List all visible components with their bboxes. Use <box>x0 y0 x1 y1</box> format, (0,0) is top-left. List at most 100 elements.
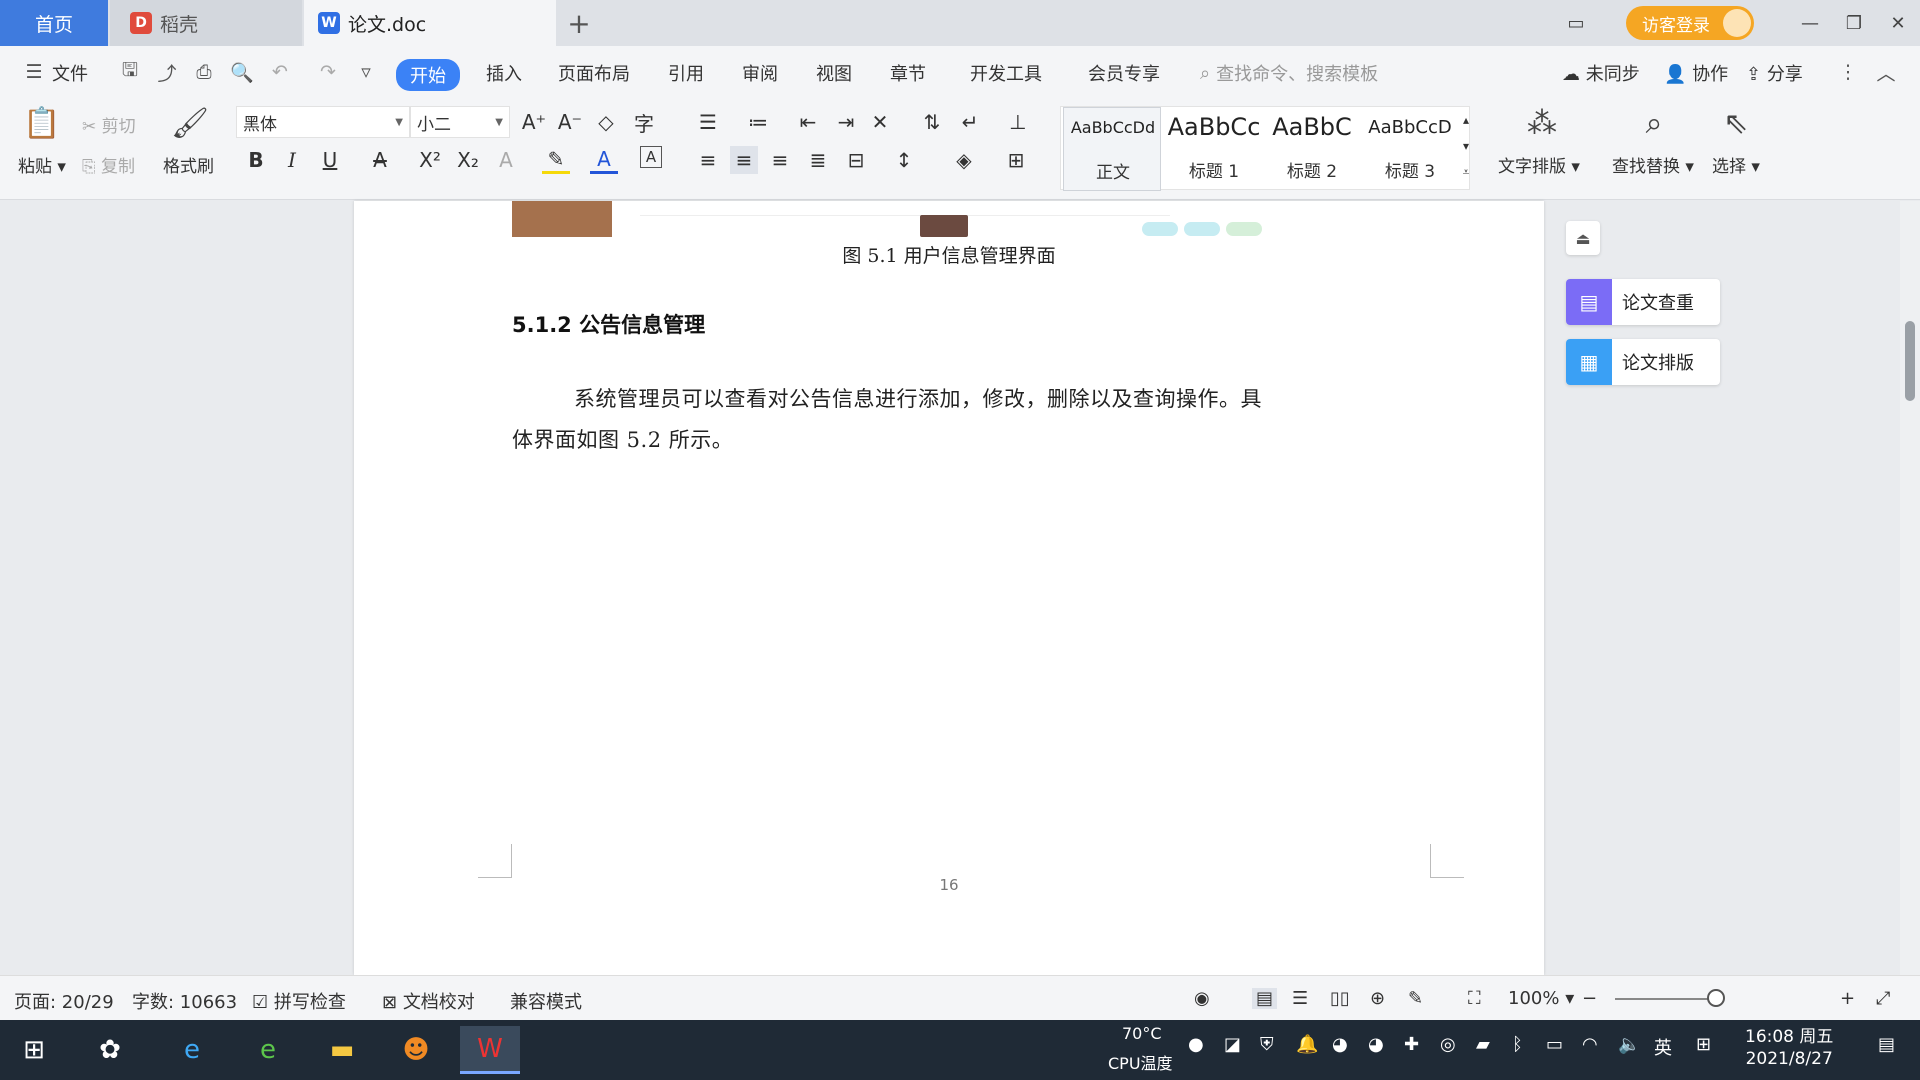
document-page[interactable]: 图 5.1 用户信息管理界面 5.1.2 公告信息管理 系统管理员可以查看对公告… <box>354 201 1544 975</box>
collapse-ribbon-icon[interactable]: ︿ <box>1874 60 1898 85</box>
system-clock[interactable]: 16:08 周五 2021/8/27 <box>1745 1026 1833 1070</box>
align-center-icon[interactable]: ≡ <box>730 146 758 174</box>
new-tab-button[interactable]: + <box>562 6 596 40</box>
shield-icon[interactable]: ⛨ <box>1260 1034 1274 1055</box>
web-view-icon[interactable]: ⊕ <box>1370 988 1385 1009</box>
volume-icon[interactable]: 🔈 <box>1618 1034 1640 1055</box>
gallery-scroll-up-icon[interactable]: ▴ <box>1452 106 1480 134</box>
subscript-icon[interactable]: X₂ <box>454 146 482 174</box>
show-marks-icon[interactable]: ↵ <box>956 108 984 136</box>
tray-blue-app-icon[interactable]: ◎ <box>1440 1034 1456 1055</box>
internet-explorer-icon[interactable]: e <box>162 1026 222 1074</box>
text-layout-button[interactable]: 文字排版 ▾ <box>1498 152 1580 177</box>
undo-icon[interactable]: ↶ <box>268 60 292 84</box>
increase-font-icon[interactable]: A⁺ <box>520 108 548 136</box>
close-button[interactable]: ✕ <box>1876 0 1920 46</box>
clear-format-icon[interactable]: ◇ <box>592 108 620 136</box>
panel-collapse-icon[interactable]: ⏏ <box>1566 221 1600 255</box>
menu-page-layout[interactable]: 页面布局 <box>558 60 630 86</box>
distribute-icon[interactable]: ⊟ <box>842 146 870 174</box>
bluetooth-icon[interactable]: ᛒ <box>1512 1034 1523 1055</box>
print-icon[interactable]: ⎙ <box>192 60 216 84</box>
tab-home[interactable]: 首页 <box>0 0 108 46</box>
spell-check-button[interactable]: ☑ 拼写检查 <box>252 988 346 1014</box>
text-direction-icon[interactable]: ✕ <box>866 108 894 136</box>
more-options-icon[interactable]: ⋮ <box>1836 60 1860 84</box>
zoom-level[interactable]: 100% ▾ <box>1508 988 1574 1009</box>
menu-start[interactable]: 开始 <box>396 59 460 91</box>
input-language[interactable]: 英 <box>1654 1034 1672 1060</box>
find-replace-icon[interactable]: ⌕ <box>1634 104 1674 142</box>
menu-insert[interactable]: 插入 <box>486 60 522 86</box>
tab-stops-icon[interactable]: ⊥ <box>1004 108 1032 136</box>
zoom-slider-handle[interactable] <box>1707 989 1725 1007</box>
highlight-icon[interactable]: ✎ <box>542 146 570 174</box>
select-button[interactable]: 选择 ▾ <box>1712 152 1760 177</box>
customize-toolbar-icon[interactable]: ▿ <box>354 60 378 84</box>
word-count[interactable]: 字数: 10663 <box>132 988 237 1014</box>
battery-icon[interactable]: ▭ <box>1546 1034 1563 1055</box>
menu-chapter[interactable]: 章节 <box>890 60 926 86</box>
paper-check-button[interactable]: ▤ 论文查重 <box>1566 279 1720 325</box>
eye-protection-icon[interactable]: ◉ <box>1194 988 1210 1009</box>
numbered-list-icon[interactable]: ≔ <box>744 108 772 136</box>
page-view-icon[interactable]: ▤ <box>1252 988 1278 1009</box>
scrollbar-thumb[interactable] <box>1905 321 1915 401</box>
hamburger-menu-icon[interactable]: ☰ <box>22 60 46 84</box>
page-indicator[interactable]: 页面: 20/29 <box>14 988 114 1014</box>
ime-mode-icon[interactable]: ⊞ <box>1696 1034 1711 1055</box>
save-icon[interactable]: 🖫 <box>118 59 142 84</box>
char-border-icon[interactable]: A <box>640 146 662 168</box>
underline-icon[interactable]: U <box>316 146 344 174</box>
zoom-slider[interactable] <box>1615 998 1715 1000</box>
select-cursor-icon[interactable]: ⇖ <box>1716 104 1756 142</box>
justify-icon[interactable]: ≣ <box>804 146 832 174</box>
borders-icon[interactable]: ⊞ <box>1002 146 1030 174</box>
fit-page-icon[interactable]: ⛶ <box>1468 988 1481 1009</box>
style-heading-1[interactable]: AaBbCc 标题 1 <box>1165 107 1263 191</box>
share-button[interactable]: ⇪ 分享 <box>1746 60 1803 86</box>
gallery-expand-icon[interactable]: ⩡ <box>1452 158 1480 186</box>
outline-view-icon[interactable]: ☰ <box>1292 988 1308 1009</box>
paper-layout-button[interactable]: ▦ 论文排版 <box>1566 339 1720 385</box>
paste-icon[interactable]: 📋 <box>22 104 62 142</box>
collaborate-button[interactable]: 👤 协作 <box>1664 60 1728 86</box>
minimize-button[interactable]: — <box>1788 0 1832 46</box>
pinwheel-app-icon[interactable]: ✿ <box>80 1026 140 1074</box>
restore-button[interactable]: ❐ <box>1832 0 1876 46</box>
decrease-indent-icon[interactable]: ⇤ <box>794 108 822 136</box>
proofread-button[interactable]: ⊠ 文档校对 <box>382 988 475 1014</box>
menu-developer[interactable]: 开发工具 <box>970 60 1042 86</box>
file-explorer-icon[interactable]: ▬ <box>312 1026 372 1074</box>
fullscreen-icon[interactable]: ⤢ <box>1876 988 1890 1009</box>
line-spacing-icon[interactable]: ↕ <box>890 146 918 174</box>
find-replace-button[interactable]: 查找替换 ▾ <box>1612 152 1694 177</box>
bullet-list-icon[interactable]: ☰ <box>694 108 722 136</box>
action-center-icon[interactable]: ▤ <box>1878 1034 1895 1055</box>
guest-login-button[interactable]: 访客登录 <box>1626 6 1754 40</box>
command-search[interactable]: ⌕ 查找命令、搜索模板 <box>1200 60 1378 86</box>
print-preview-icon[interactable]: 🔍 <box>230 60 254 84</box>
style-heading-3[interactable]: AaBbCcD 标题 3 <box>1361 107 1459 191</box>
menu-file[interactable]: 文件 <box>52 60 88 86</box>
zoom-out-button[interactable]: − <box>1582 988 1597 1009</box>
strikethrough-icon[interactable]: A <box>366 146 394 174</box>
wifi-icon[interactable]: ◠ <box>1582 1034 1598 1055</box>
superscript-icon[interactable]: X² <box>416 146 444 174</box>
phonetic-guide-icon[interactable]: 字 <box>630 108 658 136</box>
qq-icon-secondary[interactable]: ◕ <box>1368 1034 1384 1055</box>
reading-view-icon[interactable]: ▯▯ <box>1330 988 1350 1009</box>
windows-start-icon[interactable]: ⊞ <box>4 1026 64 1074</box>
menu-member[interactable]: 会员专享 <box>1088 60 1160 86</box>
layout-toggle-icon[interactable]: ▭ <box>1554 0 1598 46</box>
wps-writer-icon[interactable]: W <box>460 1026 520 1074</box>
text-layout-icon[interactable]: ⁂ <box>1522 104 1562 142</box>
font-family-select[interactable]: 黑体 ▼ <box>236 106 410 138</box>
format-painter-icon[interactable]: 🖌 <box>170 104 210 142</box>
tray-green-app-icon[interactable]: ✚ <box>1404 1034 1419 1055</box>
style-body-text[interactable]: AaBbCcDd 正文 <box>1063 107 1161 191</box>
cut-button[interactable]: ✂ 剪切 <box>82 112 136 137</box>
decrease-font-icon[interactable]: A⁻ <box>556 108 584 136</box>
zoom-in-button[interactable]: + <box>1840 988 1855 1009</box>
increase-indent-icon[interactable]: ⇥ <box>832 108 860 136</box>
